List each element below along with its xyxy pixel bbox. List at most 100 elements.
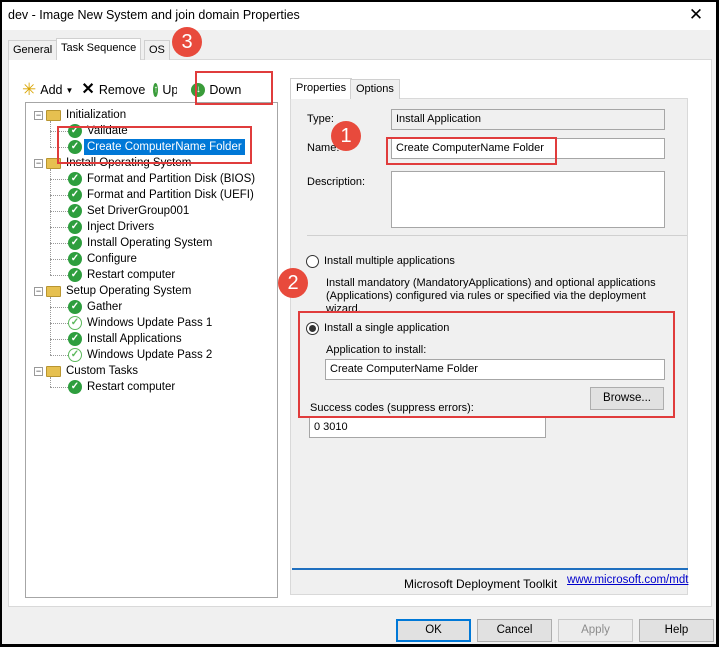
tree-item[interactable]: ✓ Install Operating System xyxy=(50,235,215,251)
tree-connector xyxy=(50,355,68,356)
collapse-icon[interactable]: − xyxy=(34,286,43,296)
check-icon: ✓ xyxy=(68,268,82,282)
tab-options[interactable]: Options xyxy=(350,79,400,99)
ok-button[interactable]: OK xyxy=(396,619,471,642)
help-button[interactable]: Help xyxy=(639,619,714,642)
multiple-description: Install mandatory (MandatoryApplications… xyxy=(326,277,656,315)
divider xyxy=(307,235,687,236)
tree-item[interactable]: ✓ Gather xyxy=(50,299,125,315)
check-icon: ✓ xyxy=(68,236,82,250)
tab-general[interactable]: General xyxy=(8,40,58,60)
mdt-link[interactable]: www.microsoft.com/mdt xyxy=(567,574,688,586)
tree-item-label: Restart computer xyxy=(87,381,176,393)
check-icon: ✓ xyxy=(68,220,82,234)
add-label: Add xyxy=(40,83,63,97)
tree-item-label: Install Applications xyxy=(87,333,182,345)
highlight-down-button xyxy=(195,71,273,105)
remove-x-icon: ✕ xyxy=(81,81,95,98)
collapse-icon[interactable]: − xyxy=(34,110,43,120)
tree-group[interactable]: − Initialization xyxy=(34,107,129,123)
description-label: Description: xyxy=(307,176,366,188)
up-button[interactable]: ↑ Up xyxy=(153,83,177,97)
close-icon[interactable]: ✕ xyxy=(686,5,706,25)
tree-connector xyxy=(50,339,68,340)
check-icon: ✓ xyxy=(68,172,82,186)
arrow-up-icon: ↑ xyxy=(153,83,159,97)
check-icon: ✓ xyxy=(68,332,82,346)
tree-item-label: Set DriverGroup001 xyxy=(87,205,190,217)
tree-connector xyxy=(50,121,51,147)
tab-properties[interactable]: Properties xyxy=(290,78,353,99)
properties-window: dev - Image New System and join domain P… xyxy=(2,2,716,644)
success-codes-field[interactable]: 0 3010 xyxy=(309,417,546,438)
tree-item-label: Gather xyxy=(87,301,123,313)
up-label: Up xyxy=(162,83,178,97)
check-icon: ✓ xyxy=(68,380,82,394)
check-icon: ✓ xyxy=(68,252,82,266)
tree-item-label: Restart computer xyxy=(87,269,176,281)
tree-item-label: Format and Partition Disk (UEFI) xyxy=(87,189,254,201)
check-icon: ✓ xyxy=(68,316,82,330)
cancel-button[interactable]: Cancel xyxy=(477,619,552,642)
check-icon: ✓ xyxy=(68,300,82,314)
annotation-badge-1: 1 xyxy=(331,121,361,151)
tree-connector xyxy=(50,169,51,275)
tree-item[interactable]: ✓ Restart computer xyxy=(50,267,178,283)
highlight-single-app xyxy=(298,311,675,418)
tree-item[interactable]: ✓ Format and Partition Disk (UEFI) xyxy=(50,187,257,203)
remove-button[interactable]: ✕ Remove xyxy=(81,82,145,98)
type-label: Type: xyxy=(307,113,334,125)
tree-connector xyxy=(50,195,68,196)
tree-item[interactable]: ✓ Install Applications xyxy=(50,331,185,347)
tree-item[interactable]: ✓ Windows Update Pass 2 xyxy=(50,347,215,363)
title-bar: dev - Image New System and join domain P… xyxy=(2,2,716,30)
tree-connector xyxy=(50,387,68,388)
check-icon: ✓ xyxy=(68,204,82,218)
tree-connector xyxy=(50,275,68,276)
type-field: Install Application xyxy=(391,109,665,130)
check-icon: ✓ xyxy=(68,348,82,362)
collapse-icon[interactable]: − xyxy=(34,366,43,376)
folder-icon xyxy=(46,285,61,297)
tree-connector xyxy=(50,227,68,228)
tree-item-label: Configure xyxy=(87,253,137,265)
tree-connector xyxy=(50,211,68,212)
task-sequence-tree[interactable]: − Initialization ✓ Validate ✓ Create Computer… xyxy=(25,102,278,598)
tree-item-label: Install Operating System xyxy=(87,237,213,249)
tree-connector xyxy=(50,377,51,387)
tree-group-label: Setup Operating System xyxy=(66,285,192,297)
tree-connector xyxy=(50,179,68,180)
description-field[interactable] xyxy=(391,171,665,228)
folder-icon xyxy=(46,365,61,377)
tree-item[interactable]: ✓ Windows Update Pass 1 xyxy=(50,315,215,331)
tree-item[interactable]: ✓ Format and Partition Disk (BIOS) xyxy=(50,171,258,187)
check-icon: ✓ xyxy=(68,188,82,202)
collapse-icon[interactable]: − xyxy=(34,158,43,168)
tree-connector xyxy=(50,297,51,355)
radio-install-multiple[interactable] xyxy=(306,255,319,268)
highlight-tree-selection xyxy=(57,126,252,164)
add-star-icon: ✳ xyxy=(22,80,37,99)
radio-install-multiple-label: Install multiple applications xyxy=(324,255,455,267)
folder-icon xyxy=(46,109,61,121)
annotation-badge-3: 3 xyxy=(172,27,202,57)
tree-item[interactable]: ✓ Restart computer xyxy=(50,379,178,395)
tab-os[interactable]: OS xyxy=(144,40,170,60)
tree-item-label: Inject Drivers xyxy=(87,221,155,233)
apply-button[interactable]: Apply xyxy=(558,619,633,642)
mdt-footer-bar xyxy=(292,568,688,570)
add-button[interactable]: ✳ Add ▼ xyxy=(22,80,74,99)
tree-connector xyxy=(50,259,68,260)
tree-item[interactable]: ✓ Set DriverGroup001 xyxy=(50,203,192,219)
tree-group[interactable]: − Setup Operating System xyxy=(34,283,194,299)
tree-item[interactable]: ✓ Inject Drivers xyxy=(50,219,157,235)
highlight-name-field xyxy=(386,137,557,165)
tree-item[interactable]: ✓ Configure xyxy=(50,251,140,267)
tab-task-sequence[interactable]: Task Sequence xyxy=(56,38,142,60)
tree-item-label: Format and Partition Disk (BIOS) xyxy=(87,173,256,185)
chevron-down-icon: ▼ xyxy=(65,85,74,95)
mdt-brand-text: Microsoft Deployment Toolkit xyxy=(404,577,558,591)
tree-item-label: Windows Update Pass 2 xyxy=(87,349,213,361)
annotation-badge-2: 2 xyxy=(278,268,308,298)
tree-connector xyxy=(50,323,68,324)
